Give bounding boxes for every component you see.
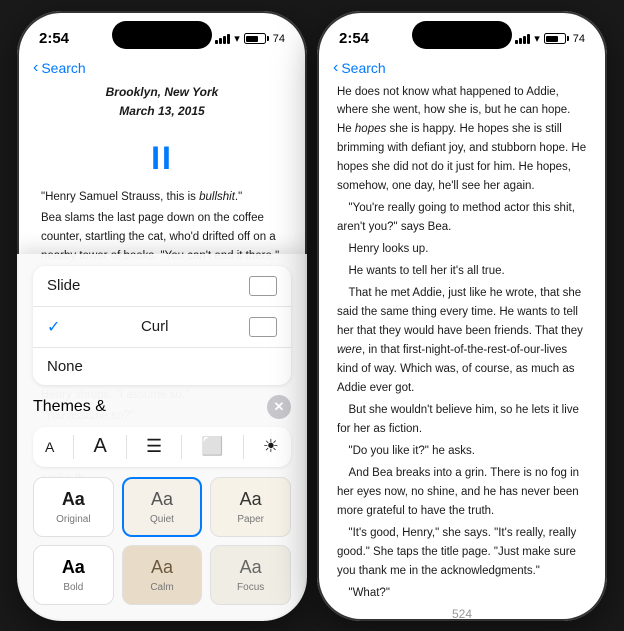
theme-paper[interactable]: Aa Paper [210, 477, 291, 537]
transition-none[interactable]: None [33, 348, 291, 385]
divider-3 [181, 435, 182, 459]
battery-left [244, 33, 269, 44]
right-para-4: That he met Addie, just like he wrote, t… [337, 284, 587, 398]
dynamic-island [112, 21, 212, 49]
right-phone: 2:54 ▾ 74 ‹ [317, 11, 607, 621]
battery-pct-right: 74 [573, 33, 585, 45]
status-time-left: 2:54 [39, 30, 69, 47]
battery-right [544, 33, 569, 44]
status-icons-right: ▾ 74 [515, 32, 585, 45]
back-button-right[interactable]: ‹ Search [333, 59, 386, 77]
curl-icon [249, 317, 277, 337]
divider-1 [73, 435, 74, 459]
theme-bold[interactable]: Aa Bold [33, 545, 114, 605]
chapter-number: II [41, 133, 283, 184]
columns-icon[interactable]: ☰ [146, 436, 162, 457]
book-date: March 13, 2015 [41, 102, 283, 121]
right-para-8: "It's good, Henry," she says. "It's real… [337, 524, 587, 581]
right-para-6: "Do you like it?" he asks. [337, 442, 587, 461]
theme-calm[interactable]: Aa Calm [122, 545, 203, 605]
close-button[interactable]: ✕ [267, 395, 291, 419]
right-para-0: He does not know what happened to Addie,… [337, 83, 587, 197]
back-chevron-left: ‹ [33, 59, 38, 77]
theme-quiet-aa: Aa [151, 489, 173, 510]
overlay-panel: Slide ✓ Curl None Themes & [17, 254, 307, 621]
transition-slide-label: Slide [47, 277, 80, 294]
theme-focus[interactable]: Aa Focus [210, 545, 291, 605]
theme-original[interactable]: Aa Original [33, 477, 114, 537]
theme-paper-label: Paper [237, 514, 264, 525]
checkmark-icon: ✓ [47, 317, 60, 337]
status-icons-left: ▾ 74 [215, 32, 285, 45]
left-phone: 2:54 ▾ 74 ‹ [17, 11, 307, 621]
book-content-right: He does not know what happened to Addie,… [317, 83, 607, 603]
right-para-7: And Bea breaks into a grin. There is no … [337, 464, 587, 521]
back-button-left[interactable]: ‹ Search [33, 59, 86, 77]
nav-bar-left: ‹ Search [17, 55, 307, 83]
themes-header: Themes & ✕ [33, 395, 291, 419]
divider-2 [126, 435, 127, 459]
font-size-small[interactable]: A [45, 439, 54, 455]
theme-paper-aa: Aa [240, 489, 262, 510]
signal-bars-right [515, 33, 530, 44]
wifi-icon-left: ▾ [234, 32, 240, 45]
right-para-1: "You're really going to method actor thi… [337, 199, 587, 237]
wifi-icon-right: ▾ [534, 32, 540, 45]
back-chevron-right: ‹ [333, 59, 338, 77]
transition-curl-label: Curl [141, 318, 169, 335]
theme-bold-aa: Aa [62, 557, 85, 578]
right-para-9: "What?" [337, 584, 587, 603]
theme-focus-aa: Aa [240, 557, 262, 578]
divider-4 [243, 435, 244, 459]
transition-curl[interactable]: ✓ Curl [33, 307, 291, 348]
theme-quiet-label: Quiet [150, 514, 174, 525]
nav-bar-right: ‹ Search [317, 55, 607, 83]
right-para-5: But she wouldn't believe him, so he lets… [337, 401, 587, 439]
theme-grid: Aa Original Aa Quiet Aa Paper Aa Bold Aa [33, 477, 291, 605]
transition-options: Slide ✓ Curl None [33, 266, 291, 385]
themes-title-text: Themes & [33, 398, 106, 415]
theme-calm-aa: Aa [151, 557, 173, 578]
theme-original-aa: Aa [62, 489, 85, 510]
page-number: 524 [317, 607, 607, 621]
themes-title: Themes & [33, 398, 106, 416]
brightness-icon[interactable]: ☀ [263, 436, 279, 457]
font-size-large[interactable]: A [93, 435, 106, 458]
settings-row: A A ☰ ⬜ ☀ [33, 427, 291, 467]
transition-slide[interactable]: Slide [33, 266, 291, 307]
signal-bars-left [215, 33, 230, 44]
phones-container: 2:54 ▾ 74 ‹ [17, 11, 607, 621]
transition-none-label: None [47, 358, 83, 375]
theme-quiet[interactable]: Aa Quiet [122, 477, 203, 537]
para-0: "Henry Samuel Strauss, this is bullshit.… [41, 188, 283, 207]
book-header: Brooklyn, New York March 13, 2015 [41, 83, 283, 121]
dynamic-island-right [412, 21, 512, 49]
back-label-right: Search [341, 60, 385, 76]
book-location: Brooklyn, New York [41, 83, 283, 102]
right-para-2: Henry looks up. [337, 240, 587, 259]
status-time-right: 2:54 [339, 30, 369, 47]
theme-bold-label: Bold [63, 582, 83, 593]
right-para-3: He wants to tell her it's all true. [337, 262, 587, 281]
theme-original-label: Original [56, 514, 90, 525]
slide-icon [249, 276, 277, 296]
page-icon[interactable]: ⬜ [201, 436, 223, 457]
theme-calm-label: Calm [150, 582, 173, 593]
theme-focus-label: Focus [237, 582, 264, 593]
battery-pct-left: 74 [273, 33, 285, 45]
back-label-left: Search [41, 60, 85, 76]
